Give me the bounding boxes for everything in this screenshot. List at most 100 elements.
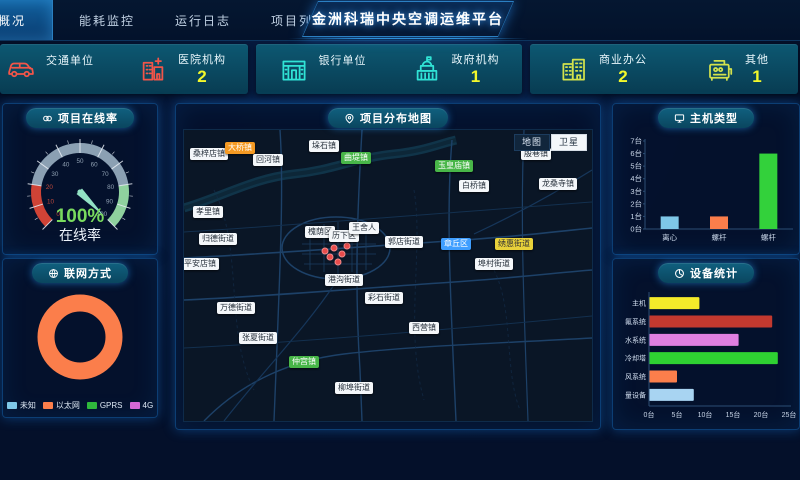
- map-marker[interactable]: 龙桑寺镇: [539, 178, 577, 190]
- legend-swatch: [7, 402, 17, 409]
- svg-text:螺杆: 螺杆: [761, 232, 776, 242]
- project-dot[interactable]: [339, 251, 346, 258]
- app-title-inner: 金洲科瑞中央空调运维平台: [303, 2, 513, 36]
- svg-text:0台: 0台: [630, 224, 642, 234]
- map-marker[interactable]: 万德街道: [217, 302, 255, 314]
- stat-item: 其他1: [705, 51, 769, 87]
- map-canvas[interactable]: 桑梓店镇大桥镇回河镇垛石镇曲堤镇玉皇庙镇白桥镇殷巷镇龙桑寺镇孝里镇归德街道平安店…: [183, 129, 593, 422]
- map-marker[interactable]: 白桥镇: [459, 180, 489, 192]
- map-marker[interactable]: 张夏街道: [239, 332, 277, 344]
- app-title-box: 金洲科瑞中央空调运维平台: [302, 1, 514, 37]
- map-layer-switch: 地图卫星: [514, 134, 587, 151]
- map-layer-button[interactable]: 地图: [514, 134, 550, 151]
- map-marker[interactable]: 仲宫镇: [289, 356, 319, 368]
- map-marker[interactable]: 柳埠街道: [335, 382, 373, 394]
- map-marker[interactable]: 章丘区: [441, 238, 471, 250]
- dashboard-stage: 概况能耗监控运行日志项目列表视频监控 金洲科瑞中央空调运维平台 交通单位医院机构…: [0, 0, 800, 480]
- panel-network-mode-header: 联网方式: [32, 263, 128, 283]
- panel-online-rate-header: 项目在线率: [26, 108, 134, 128]
- legend-label: GPRS: [100, 401, 123, 410]
- panel-title: 设备统计: [690, 265, 738, 281]
- stat-label: 其他: [745, 51, 769, 67]
- panel-title: 项目在线率: [58, 110, 118, 126]
- stat-card-2: 银行单位 政府机构1: [256, 44, 522, 94]
- map-marker[interactable]: 玉皇庙镇: [435, 160, 473, 172]
- host-type-chart: 0台1台2台3台4台5台6台7台离心螺杆螺杆: [615, 129, 797, 251]
- legend-swatch: [43, 402, 53, 409]
- legend-item[interactable]: GPRS: [87, 400, 123, 411]
- svg-text:量设备: 量设备: [625, 390, 646, 399]
- car-icon: [6, 54, 36, 84]
- svg-text:80: 80: [107, 184, 115, 191]
- stat-value: 1: [745, 67, 769, 87]
- svg-text:风系统: 风系统: [625, 372, 646, 381]
- map-marker[interactable]: 埠村街道: [475, 258, 513, 270]
- map-marker[interactable]: 西营镇: [409, 322, 439, 334]
- legend-item[interactable]: 以太网: [43, 400, 80, 411]
- map-marker[interactable]: 大桥镇: [225, 142, 255, 154]
- legend-label: 以太网: [56, 400, 80, 411]
- office-icon: [559, 54, 589, 84]
- legend-label: 未知: [20, 400, 36, 411]
- nav-tab-1[interactable]: 概况: [0, 0, 53, 40]
- map-marker[interactable]: 王舍人: [349, 222, 379, 234]
- map-marker[interactable]: 郭店街道: [385, 236, 423, 248]
- machine-icon: [705, 54, 735, 84]
- stat-item: 政府机构1: [412, 51, 500, 87]
- panel-host-type-header: 主机类型: [658, 108, 754, 128]
- project-dot[interactable]: [344, 243, 351, 250]
- project-dot[interactable]: [335, 259, 342, 266]
- government-icon: [412, 54, 442, 84]
- svg-text:螺杆: 螺杆: [712, 232, 727, 242]
- legend-item[interactable]: 未知: [7, 400, 36, 411]
- project-dot[interactable]: [327, 254, 334, 261]
- map-marker[interactable]: 港沟街道: [325, 274, 363, 286]
- stat-value: [46, 68, 94, 87]
- map-layer-button[interactable]: 卫星: [551, 134, 587, 151]
- svg-text:90: 90: [106, 199, 114, 206]
- svg-text:在线率: 在线率: [59, 227, 101, 243]
- panel-title: 项目分布地图: [360, 110, 432, 126]
- legend-label: 4G: [143, 401, 154, 410]
- legend-item[interactable]: 4G: [130, 400, 154, 411]
- svg-text:60: 60: [91, 161, 99, 168]
- panel-device-stats: 设备统计 主机氟系统水系统冷却塔风系统量设备0台5台10台15台20台25台: [612, 258, 800, 430]
- stat-value: [319, 68, 367, 87]
- map-marker[interactable]: 垛石镇: [309, 140, 339, 152]
- panel-network-mode: 联网方式 未知 以太网 GPRS 4G: [2, 258, 158, 418]
- map-marker[interactable]: 曲堤镇: [341, 152, 371, 164]
- legend-swatch: [130, 402, 140, 409]
- stat-item: 医院机构2: [138, 51, 226, 87]
- network-mode-donut: [5, 285, 155, 389]
- nav-tab-3[interactable]: 运行日志: [161, 0, 245, 40]
- svg-text:40: 40: [62, 161, 70, 168]
- project-dot[interactable]: [331, 245, 338, 252]
- panel-online-rate: 项目在线率 0102030405060708090100100%在线率: [2, 103, 158, 255]
- map-marker[interactable]: 桑梓店镇: [190, 148, 228, 160]
- panel-device-stats-header: 设备统计: [658, 263, 754, 283]
- stat-card-1: 交通单位 医院机构2: [0, 44, 248, 94]
- svg-text:离心: 离心: [662, 232, 677, 242]
- map-marker[interactable]: 彩石街道: [365, 292, 403, 304]
- svg-text:15台: 15台: [726, 410, 741, 419]
- stat-label: 交通单位: [46, 52, 94, 68]
- svg-text:30: 30: [51, 171, 59, 178]
- map-marker[interactable]: 平安店镇: [183, 258, 219, 270]
- svg-text:1台: 1台: [630, 211, 642, 221]
- svg-text:50: 50: [76, 158, 84, 165]
- map-marker[interactable]: 孝里镇: [193, 206, 223, 218]
- link-icon: [42, 113, 53, 124]
- map-marker[interactable]: 归德街道: [199, 233, 237, 245]
- project-dot[interactable]: [322, 248, 329, 255]
- stat-item: 交通单位: [22, 52, 94, 87]
- stat-card-3: 商业办公2其他1: [530, 44, 798, 94]
- device-stats-chart: 主机氟系统水系统冷却塔风系统量设备0台5台10台15台20台25台: [615, 286, 797, 422]
- stat-label: 银行单位: [319, 52, 367, 68]
- map-marker[interactable]: 绣惠街道: [495, 238, 533, 250]
- svg-text:水系统: 水系统: [625, 335, 646, 344]
- svg-text:10台: 10台: [698, 410, 713, 419]
- map-marker[interactable]: 回河镇: [253, 154, 283, 166]
- panel-title: 联网方式: [64, 265, 112, 281]
- nav-tab-2[interactable]: 能耗监控: [65, 0, 149, 40]
- network-legend: 未知 以太网 GPRS 4G: [3, 400, 157, 411]
